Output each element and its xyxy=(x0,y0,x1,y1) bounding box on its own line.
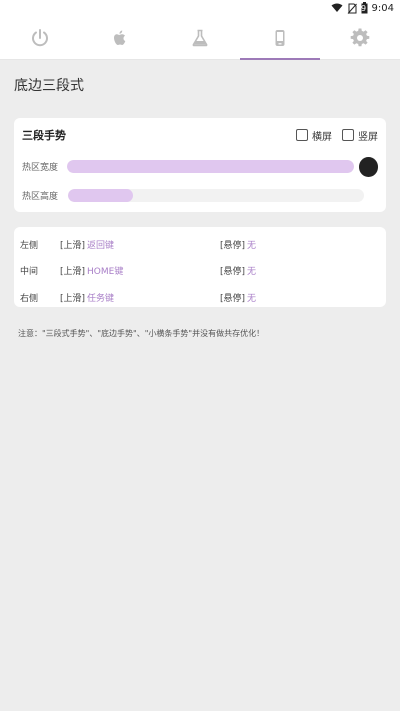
hover-value: 无 xyxy=(247,267,257,278)
tab-power[interactable] xyxy=(0,16,80,59)
status-bar: 9 9:04 xyxy=(0,0,400,16)
width-slider-fill xyxy=(66,160,354,173)
portrait-checkbox[interactable]: 竖屏 xyxy=(342,128,378,143)
hover-action[interactable]: [悬停] 无 xyxy=(220,291,256,304)
height-slider-row: 热区高度 xyxy=(22,181,378,210)
swipe-value: 任务键 xyxy=(87,293,115,304)
swipe-tag: [上滑] xyxy=(60,267,86,278)
swipe-tag: [上滑] xyxy=(60,293,86,304)
gesture-position: 中间 xyxy=(20,267,39,278)
tab-bar xyxy=(0,16,400,60)
checkbox-box[interactable] xyxy=(342,129,354,141)
landscape-label: 横屏 xyxy=(312,131,332,143)
gesture-row-left[interactable]: 左侧 [上滑] 返回键 [悬停] 无 xyxy=(20,231,386,258)
tab-settings[interactable] xyxy=(320,16,400,59)
height-label: 热区高度 xyxy=(22,192,59,202)
phone-icon xyxy=(275,29,285,46)
hover-action[interactable]: [悬停] 无 xyxy=(220,264,256,277)
landscape-checkbox[interactable]: 横屏 xyxy=(296,128,332,143)
page-title: 底边三段式 xyxy=(14,78,84,94)
compat-note: 注意："三段式手势"、"底边手势"、"小横条手势"并没有做共存优化！ xyxy=(18,329,265,338)
width-slider-row: 热区宽度 xyxy=(22,152,378,181)
power-icon xyxy=(32,28,48,46)
hover-value: 无 xyxy=(247,293,257,304)
hover-tag: [悬停] xyxy=(220,240,246,251)
swipe-value: 返回键 xyxy=(87,240,115,251)
hover-action[interactable]: [悬停] 无 xyxy=(220,238,256,251)
tab-apple[interactable] xyxy=(80,16,160,59)
width-label: 热区宽度 xyxy=(22,163,59,173)
gesture-settings-card: 三段手势 横屏 竖屏 热区宽度 热区高度 xyxy=(14,118,386,212)
apple-icon xyxy=(114,30,126,45)
gesture-row-middle[interactable]: 中间 [上滑] HOME键 [悬停] 无 xyxy=(20,258,386,285)
card-title: 三段手势 xyxy=(22,129,66,142)
gesture-actions-card: 左侧 [上滑] 返回键 [悬停] 无 中间 [上滑] HOME键 [悬停] 无 … xyxy=(14,227,386,307)
slider-knob[interactable] xyxy=(358,156,378,177)
hover-tag: [悬停] xyxy=(220,267,246,278)
card-header: 三段手势 横屏 竖屏 xyxy=(22,118,378,152)
gear-icon xyxy=(350,28,370,46)
swipe-action[interactable]: [上滑] 任务键 xyxy=(60,291,220,304)
status-time: 9:04 xyxy=(371,2,394,14)
height-slider[interactable] xyxy=(68,189,364,202)
swipe-value: HOME键 xyxy=(87,267,124,278)
tab-gesture[interactable] xyxy=(240,16,320,60)
width-slider[interactable] xyxy=(66,160,354,173)
orientation-options: 横屏 竖屏 xyxy=(296,128,378,143)
battery-level: 9 xyxy=(360,3,367,13)
gesture-position: 右侧 xyxy=(20,293,39,304)
swipe-action[interactable]: [上滑] HOME键 xyxy=(60,264,220,277)
height-slider-fill xyxy=(68,189,134,202)
swipe-action[interactable]: [上滑] 返回键 xyxy=(60,238,220,251)
portrait-label: 竖屏 xyxy=(358,131,378,143)
gesture-position: 左侧 xyxy=(20,240,39,251)
checkbox-box[interactable] xyxy=(296,129,308,141)
hover-tag: [悬停] xyxy=(220,293,246,304)
hover-value: 无 xyxy=(247,240,257,251)
wifi-icon xyxy=(331,3,343,12)
swipe-tag: [上滑] xyxy=(60,240,86,251)
flask-icon xyxy=(192,29,208,46)
no-sim-icon xyxy=(347,3,357,14)
tab-lab[interactable] xyxy=(160,16,240,59)
